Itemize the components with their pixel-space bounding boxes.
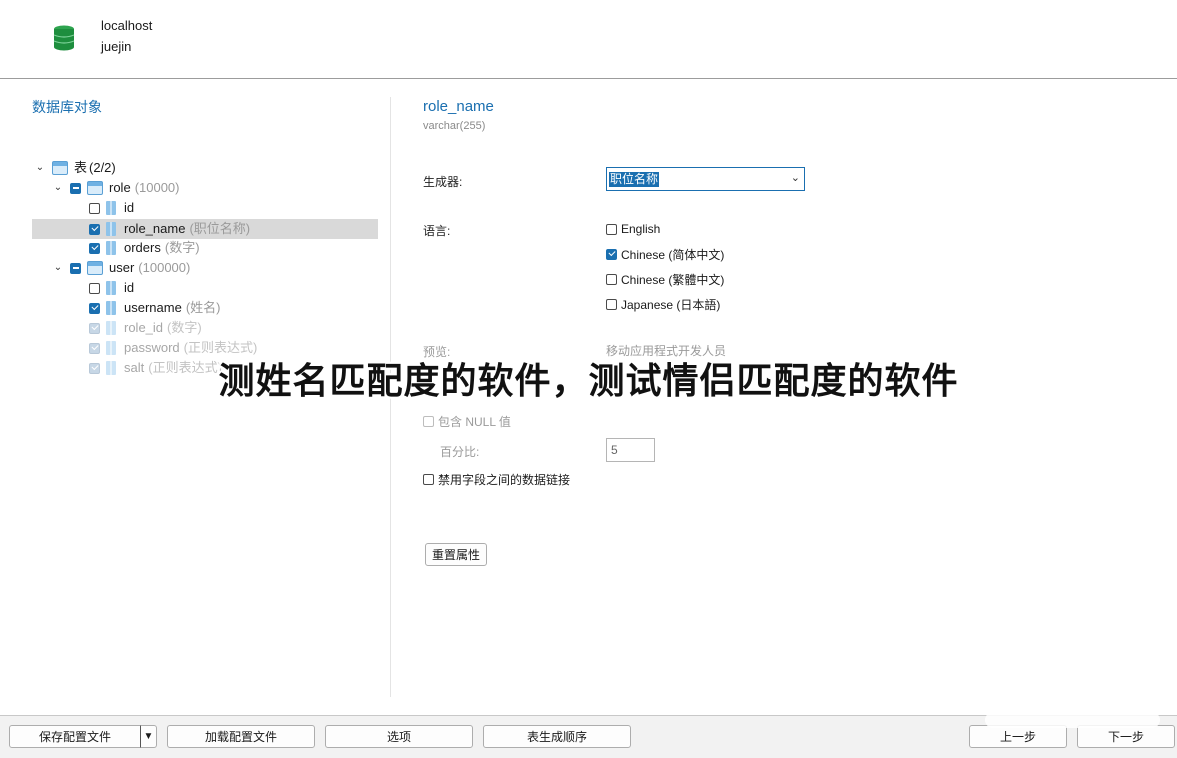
table-icon: [87, 261, 103, 275]
table-name: user: [109, 260, 135, 275]
next-button[interactable]: 下一步: [1077, 725, 1175, 748]
tree-tables-root[interactable]: ⌄ 表 (2/2): [34, 158, 116, 178]
column-icon: [106, 301, 116, 315]
chevron-down-icon[interactable]: ⌄: [52, 258, 64, 278]
include-null-option[interactable]: 包含 NULL 值: [423, 412, 511, 430]
column-icon: [106, 222, 116, 236]
db-objects-title: 数据库对象: [32, 99, 102, 115]
overlay-title-text: 测姓名匹配度的软件，测试情侣匹配度的软件: [218, 360, 959, 401]
tree-column-selected[interactable]: role_name (职位名称): [32, 219, 378, 239]
column-name: role_id: [124, 320, 164, 335]
language-option-label: Chinese (简体中文): [621, 247, 725, 262]
chevron-down-icon: ⌄: [790, 172, 800, 184]
language-option-label: English: [621, 222, 661, 236]
language-option-english[interactable]: English: [606, 220, 660, 238]
tree-table-user[interactable]: ⌄ user (100000): [52, 258, 190, 278]
tree-column[interactable]: orders (数字): [89, 238, 200, 258]
language-option-label: Chinese (繁體中文): [621, 272, 725, 287]
column-icon: [106, 321, 116, 335]
column-name: id: [124, 200, 135, 215]
reset-properties-button[interactable]: 重置属性: [425, 543, 487, 566]
language-option-japanese[interactable]: Japanese (日本語): [606, 295, 720, 313]
prev-button[interactable]: 上一步: [969, 725, 1067, 748]
table-icon: [87, 181, 103, 195]
save-config-button[interactable]: 保存配置文件: [9, 725, 141, 748]
column-checkbox[interactable]: [89, 282, 100, 294]
column-name: id: [124, 280, 135, 295]
caret-down-icon[interactable]: ▼: [140, 725, 157, 748]
column-hint: (姓名): [185, 300, 221, 315]
percent-input[interactable]: 5: [606, 438, 655, 462]
chevron-down-icon[interactable]: ⌄: [34, 158, 46, 178]
table-order-button[interactable]: 表生成顺序: [483, 725, 631, 748]
column-icon: [106, 201, 116, 215]
connection-host: localhost: [101, 18, 153, 33]
language-label: 语言:: [423, 224, 451, 238]
tree-column[interactable]: id: [89, 198, 134, 218]
generator-value: 职位名称: [609, 171, 660, 187]
options-button[interactable]: 选项: [325, 725, 473, 748]
tree-column[interactable]: username (姓名): [89, 298, 220, 318]
language-option-traditional-chinese[interactable]: Chinese (繁體中文): [606, 270, 724, 288]
chevron-down-icon[interactable]: ⌄: [52, 178, 64, 198]
include-null-label: 包含 NULL 值: [438, 414, 511, 429]
language-checkbox[interactable]: [606, 298, 617, 310]
connection-header: localhost juejin: [0, 0, 1177, 79]
disable-link-checkbox[interactable]: [423, 473, 434, 485]
disable-link-option[interactable]: 禁用字段之间的数据链接: [423, 470, 570, 488]
column-checkbox[interactable]: [89, 242, 100, 254]
column-checkbox[interactable]: [89, 302, 100, 314]
table-name: role: [109, 180, 131, 195]
column-icon: [106, 241, 116, 255]
tree-root-count: (2/2): [89, 160, 116, 175]
field-name-title: role_name: [423, 98, 494, 115]
table-checkbox[interactable]: [70, 182, 81, 194]
table-row-count: (100000): [138, 260, 191, 275]
column-checkbox[interactable]: [89, 223, 100, 235]
language-checkbox[interactable]: [606, 223, 617, 235]
column-checkbox[interactable]: [89, 202, 100, 214]
language-option-label: Japanese (日本語): [621, 297, 721, 312]
tree-column[interactable]: id: [89, 278, 134, 298]
generator-select[interactable]: 职位名称 ⌄: [606, 167, 805, 191]
load-config-button[interactable]: 加载配置文件: [167, 725, 315, 748]
watermark-smudge: [985, 712, 1160, 728]
column-hint: (数字): [164, 240, 200, 255]
column-name: role_name: [124, 221, 186, 236]
database-icon: [53, 25, 75, 51]
field-type: varchar(255): [423, 120, 486, 132]
tree-column-disabled: role_id (数字): [89, 318, 202, 338]
table-row-count: (10000): [134, 180, 180, 195]
percent-label: 百分比:: [440, 445, 480, 459]
language-checkbox[interactable]: [606, 248, 617, 260]
column-name: username: [124, 300, 182, 315]
tree-root-label: 表: [74, 160, 88, 175]
language-option-simplified-chinese[interactable]: Chinese (简体中文): [606, 245, 724, 263]
generator-label: 生成器:: [423, 175, 463, 189]
column-name: orders: [124, 240, 161, 255]
table-checkbox[interactable]: [70, 262, 81, 274]
connection-database: juejin: [101, 39, 132, 54]
column-icon: [106, 281, 116, 295]
column-hint: (数字): [167, 320, 202, 335]
tree-table-role[interactable]: ⌄ role (10000): [52, 178, 180, 198]
column-checkbox: [89, 322, 100, 334]
language-checkbox[interactable]: [606, 273, 617, 285]
disable-link-label: 禁用字段之间的数据链接: [438, 472, 571, 487]
table-group-icon: [52, 161, 68, 175]
column-hint: (职位名称): [189, 221, 251, 236]
include-null-checkbox[interactable]: [423, 415, 434, 427]
